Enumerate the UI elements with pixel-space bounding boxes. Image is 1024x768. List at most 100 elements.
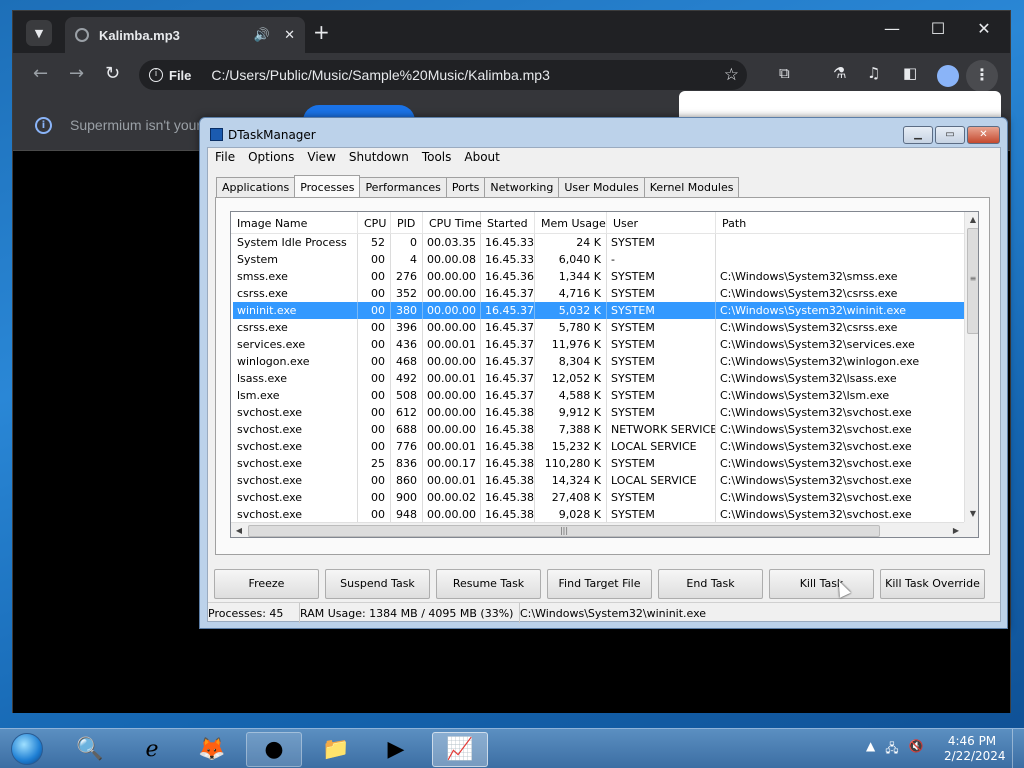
find-target-file-button[interactable]: Find Target File bbox=[547, 569, 652, 599]
tab-ports[interactable]: Ports bbox=[445, 177, 486, 197]
maximize-icon[interactable]: ▭ bbox=[935, 126, 965, 144]
suspend-task-button[interactable]: Suspend Task bbox=[325, 569, 430, 599]
column-cpu-time[interactable]: CPU Time bbox=[423, 212, 482, 234]
scroll-down-icon[interactable]: ▼ bbox=[965, 506, 978, 522]
title-bar[interactable]: DTaskManager ▁ ▭ ✕ bbox=[200, 118, 1007, 148]
menu-view[interactable]: View bbox=[305, 148, 342, 167]
supermium-browser-icon[interactable]: ● bbox=[246, 732, 302, 767]
table-cell: 688 bbox=[391, 421, 423, 438]
close-icon[interactable]: ✕ bbox=[967, 126, 1000, 144]
kill-task-button[interactable]: Kill Task bbox=[769, 569, 874, 599]
menu-shutdown[interactable]: Shutdown bbox=[347, 148, 416, 167]
menu-file[interactable]: File bbox=[213, 148, 242, 167]
show-hidden-icons-icon[interactable]: ▲ bbox=[866, 739, 875, 760]
maximize-icon[interactable]: ☐ bbox=[915, 19, 961, 38]
table-row[interactable]: svchost.exe 25 836 00.00.17 16.45.38 110,280 … bbox=[233, 455, 964, 472]
file-chip[interactable]: File bbox=[169, 68, 199, 83]
profile-avatar-icon[interactable] bbox=[937, 65, 959, 87]
table-cell: 5,780 K bbox=[535, 319, 607, 336]
column-image-name[interactable]: Image Name bbox=[231, 212, 358, 234]
menu-about[interactable]: About bbox=[462, 148, 506, 167]
speaker-icon[interactable]: 🔊 bbox=[254, 28, 270, 43]
side-panel-icon[interactable]: ◧ bbox=[903, 64, 917, 82]
table-row[interactable]: svchost.exe 00 900 00.00.02 16.45.38 27,408 K… bbox=[233, 489, 964, 506]
table-cell: C:\Windows\System32\svchost.exe bbox=[720, 457, 912, 470]
table-row[interactable]: System 00 4 00.00.08 16.45.33 6,040 K- bbox=[233, 251, 964, 268]
column-pid[interactable]: PID bbox=[391, 212, 423, 234]
column-started[interactable]: Started bbox=[481, 212, 535, 234]
file-explorer-icon[interactable]: 📁 bbox=[308, 732, 364, 767]
bookmark-star-icon[interactable]: ☆ bbox=[724, 65, 739, 85]
tab-user-modules[interactable]: User Modules bbox=[558, 177, 645, 197]
scroll-up-icon[interactable]: ▲ bbox=[965, 212, 978, 228]
new-tab-button[interactable]: + bbox=[313, 22, 330, 42]
internet-explorer-icon[interactable]: ℯ bbox=[124, 732, 180, 767]
info-icon[interactable]: i bbox=[149, 68, 163, 82]
table-row[interactable]: svchost.exe 00 776 00.00.01 16.45.38 15,232 K… bbox=[233, 438, 964, 455]
table-row[interactable]: svchost.exe 00 612 00.00.00 16.45.38 9,912 KS… bbox=[233, 404, 964, 421]
reload-icon[interactable]: ↻ bbox=[105, 63, 120, 84]
tab-processes[interactable]: Processes bbox=[294, 175, 361, 197]
table-row[interactable]: svchost.exe 00 948 00.00.00 16.45.38 9,028 KS… bbox=[233, 506, 964, 523]
table-cell: svchost.exe bbox=[233, 455, 358, 472]
task-manager-icon[interactable]: 📈 bbox=[432, 732, 488, 767]
extensions-icon[interactable]: ⧉ bbox=[779, 64, 790, 82]
firefox-icon[interactable]: 🦊 bbox=[184, 732, 240, 767]
minimize-icon[interactable]: — bbox=[869, 19, 915, 38]
table-row[interactable]: lsm.exe 00 508 00.00.00 16.45.37 4,588 K SYSTE… bbox=[233, 387, 964, 404]
start-button[interactable] bbox=[4, 729, 48, 768]
end-task-button[interactable]: End Task bbox=[658, 569, 763, 599]
column-user[interactable]: User bbox=[607, 212, 716, 234]
media-player-icon[interactable]: ▶ bbox=[368, 732, 424, 767]
clock[interactable]: 4:46 PM 2/22/2024 bbox=[944, 734, 1006, 764]
column-path[interactable]: Path bbox=[716, 212, 964, 234]
tab-close-icon[interactable]: ✕ bbox=[284, 28, 295, 43]
horizontal-scrollbar[interactable]: ◀ ||| ▶ bbox=[231, 522, 964, 537]
close-window-icon[interactable]: ✕ bbox=[961, 19, 1007, 38]
menu-tools[interactable]: Tools bbox=[420, 148, 459, 167]
tab-search-button[interactable]: ▼ bbox=[26, 20, 52, 46]
table-row[interactable]: services.exe 00 436 00.00.01 16.45.37 11,976 … bbox=[233, 336, 964, 353]
table-row[interactable]: System Idle Process 52 0 00.03.35 16.45.33 24… bbox=[233, 234, 964, 251]
table-row[interactable]: smss.exe 00 276 00.00.00 16.45.36 1,344 K SYST… bbox=[233, 268, 964, 285]
table-cell: 00 bbox=[358, 302, 391, 319]
browser-tab[interactable]: Kalimba.mp3 🔊 ✕ bbox=[65, 17, 305, 53]
freeze-button[interactable]: Freeze bbox=[214, 569, 319, 599]
vertical-scrollbar[interactable]: ▲ ≡ ▼ bbox=[964, 212, 978, 522]
scroll-left-icon[interactable]: ◀ bbox=[231, 523, 247, 537]
tab-performances[interactable]: Performances bbox=[359, 177, 447, 197]
resume-task-button[interactable]: Resume Task bbox=[436, 569, 541, 599]
table-row[interactable]: lsass.exe 00 492 00.00.01 16.45.37 12,052 K SY… bbox=[233, 370, 964, 387]
table-row[interactable]: svchost.exe 00 688 00.00.00 16.45.38 7,388 KN… bbox=[233, 421, 964, 438]
volume-muted-icon[interactable]: 🔇 bbox=[909, 739, 924, 760]
show-desktop-button[interactable] bbox=[1012, 729, 1024, 768]
labs-flask-icon[interactable]: ⚗ bbox=[833, 64, 846, 82]
minimize-icon[interactable]: ▁ bbox=[903, 126, 933, 144]
table-row[interactable]: wininit.exe 00 380 00.00.00 16.45.37 5,032 KS… bbox=[233, 302, 964, 319]
scroll-right-icon[interactable]: ▶ bbox=[948, 523, 964, 537]
back-icon[interactable]: ← bbox=[33, 63, 48, 84]
media-control-icon[interactable]: ♫ bbox=[867, 64, 880, 82]
vertical-scroll-thumb[interactable]: ≡ bbox=[967, 228, 978, 334]
clock-date: 2/22/2024 bbox=[944, 749, 1006, 763]
more-menu-icon[interactable]: ⋮ bbox=[966, 60, 998, 92]
table-cell: C:\Windows\System32\svchost.exe bbox=[720, 423, 912, 436]
horizontal-scroll-thumb[interactable]: ||| bbox=[248, 525, 880, 537]
menu-options[interactable]: Options bbox=[246, 148, 301, 167]
search-magnifier-icon[interactable]: 🔍 bbox=[62, 732, 118, 767]
table-row[interactable]: csrss.exe 00 352 00.00.00 16.45.37 4,716 K SYS… bbox=[233, 285, 964, 302]
network-icon[interactable]: 🖧 bbox=[885, 739, 898, 760]
table-row[interactable]: svchost.exe 00 860 00.00.01 16.45.38 14,324 K… bbox=[233, 472, 964, 489]
table-row[interactable]: winlogon.exe 00 468 00.00.00 16.45.37 8,304 K… bbox=[233, 353, 964, 370]
kill-task-override-button[interactable]: Kill Task Override bbox=[880, 569, 985, 599]
address-bar[interactable]: i File C:/Users/Public/Music/Sample%20Mu… bbox=[139, 60, 747, 90]
column-cpu[interactable]: CPU bbox=[358, 212, 391, 234]
tab-networking[interactable]: Networking bbox=[484, 177, 560, 197]
tab-applications[interactable]: Applications bbox=[216, 177, 296, 197]
forward-icon[interactable]: → bbox=[69, 63, 84, 84]
tab-kernel-modules[interactable]: Kernel Modules bbox=[643, 177, 740, 197]
process-list[interactable]: Image Name CPU PID CPU Time Started Mem … bbox=[230, 211, 979, 538]
column-mem-usage[interactable]: Mem Usage bbox=[535, 212, 607, 234]
url-text[interactable]: C:/Users/Public/Music/Sample%20Music/Kal… bbox=[211, 67, 549, 83]
table-row[interactable]: csrss.exe 00 396 00.00.00 16.45.37 5,780 K SYS… bbox=[233, 319, 964, 336]
